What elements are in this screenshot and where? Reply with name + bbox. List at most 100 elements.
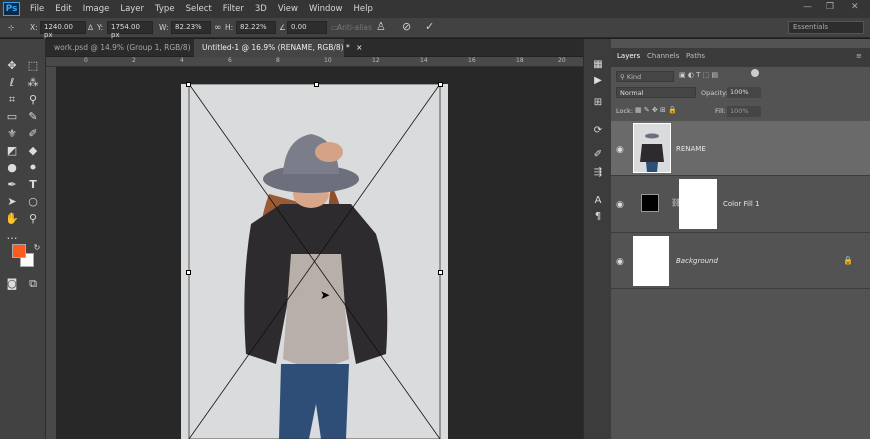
clone-stamp-icon[interactable]: ⚜ [5,127,19,141]
tab-layers[interactable]: Layers [617,52,640,60]
lock-icons[interactable]: ▦ ✎ ✥ ⊞ 🔒 [635,106,677,114]
more-tools-icon[interactable]: … [5,229,19,243]
minimize-icon[interactable]: — [803,2,812,12]
move-tool-icon[interactable]: ✥ [5,59,19,73]
layer-row-rename[interactable]: ◉ RENAME [611,121,870,176]
cancel-transform-icon[interactable]: ⊘ [402,20,411,33]
layer-filter-select[interactable]: ⚲ Kind [616,71,674,82]
menu-type[interactable]: Type [155,4,175,14]
tab-label: Untitled-1 @ 16.9% (RENAME, RGB/8) * [202,43,350,52]
menu-help[interactable]: Help [354,4,373,14]
transform-handle[interactable] [438,82,443,87]
fill-field[interactable]: 100% [727,106,761,117]
y-field[interactable]: 1754.00 px [107,21,153,39]
warp-icon[interactable]: ♙ [376,20,386,33]
swap-colors-icon[interactable]: ↻ [30,241,44,255]
opacity-field[interactable]: 100% [727,87,761,98]
menu-filter[interactable]: Filter [223,4,244,14]
zoom-tool-icon[interactable]: ⚲ [26,212,40,226]
anti-alias-label[interactable]: Anti-alias [337,23,372,32]
panel-menu-icon[interactable]: ≡ [856,52,862,60]
path-selection-icon[interactable]: ➤ [5,195,19,209]
quick-mask-icon[interactable]: ◙ [5,277,19,291]
layer-row-background[interactable]: ◉ Background 🔒 [611,233,870,289]
foreground-color-swatch[interactable] [12,244,26,258]
healing-brush-icon[interactable]: ▭ [5,110,19,124]
angle-field[interactable]: 0.00 [287,21,327,34]
menu-edit[interactable]: Edit [55,4,71,14]
workspace-select[interactable]: Essentials [788,21,864,34]
eraser-icon[interactable]: ◩ [5,144,19,158]
menu-select[interactable]: Select [186,4,212,14]
screen-mode-icon[interactable]: ⧉ [26,277,40,291]
transform-handle[interactable] [186,82,191,87]
close-window-icon[interactable]: ✕ [851,2,859,12]
menu-file[interactable]: File [30,4,44,14]
layer-name[interactable]: Background [676,257,718,265]
x-field[interactable]: 1240.00 px [40,21,86,39]
ruler-number: 18 [516,57,524,64]
history-panel-icon[interactable]: ▦ [591,59,605,73]
tab-untitled-1[interactable]: Untitled-1 @ 16.9% (RENAME, RGB/8) * × [194,39,362,57]
magic-wand-icon[interactable]: ⁂ [26,76,40,90]
hand-tool-icon[interactable]: ✋ [5,212,19,226]
layer-name[interactable]: RENAME [676,145,706,153]
actions-play-icon[interactable]: ▶ [591,75,605,89]
menu-image[interactable]: Image [83,4,110,14]
opacity-label: Opacity: [701,89,728,97]
paint-bucket-icon[interactable]: ◆ [26,144,40,158]
delta-icon[interactable]: ∆ [88,23,93,32]
crop-tool-icon[interactable]: ⌗ [5,93,19,107]
history-brush-icon[interactable]: ✐ [26,127,40,141]
ellipse-tool-icon[interactable]: ○ [26,195,40,209]
eyedropper-icon[interactable]: ⚲ [26,93,40,107]
lasso-tool-icon[interactable]: ℓ [5,76,19,90]
menu-3d[interactable]: 3D [255,4,267,14]
lock-icon[interactable]: 🔒 [843,256,853,265]
pen-tool-icon[interactable]: ✒ [5,178,19,192]
color-fill-swatch[interactable] [641,194,659,212]
layer-row-color-fill[interactable]: ◉ ⛓ Color Fill 1 [611,176,870,233]
paragraph-icon[interactable]: ¶ [591,211,605,225]
menu-view[interactable]: View [278,4,298,14]
transform-handle[interactable] [438,270,443,275]
tab-work-psd[interactable]: work.psd @ 14.9% (Group 1, RGB/8) × [46,39,203,57]
y-label: Y: [97,23,104,32]
filter-icons[interactable]: ▣ ◐ T ⬚ ▤ [679,71,718,79]
filter-toggle-icon[interactable] [751,69,759,77]
properties-icon[interactable]: ⊞ [591,97,605,111]
layer-mask-thumbnail[interactable] [679,179,717,229]
eye-icon[interactable]: ◉ [616,145,624,155]
commit-transform-icon[interactable]: ✓ [425,20,434,33]
paths-icon[interactable]: ⟳ [591,125,605,139]
w-field[interactable]: 82.23% [171,21,211,34]
transform-handle[interactable] [186,270,191,275]
transform-reference-icon[interactable]: ⊹ [8,23,14,32]
brush-tool-icon[interactable]: ✎ [26,110,40,124]
h-field[interactable]: 82.22% [236,21,276,34]
close-tab-icon[interactable]: × [356,43,362,52]
dodge-tool-icon[interactable]: ⚫ [26,161,40,175]
blur-tool-icon[interactable]: ● [5,161,19,175]
menu-layer[interactable]: Layer [120,4,144,14]
layer-name[interactable]: Color Fill 1 [723,200,760,208]
transform-handle[interactable] [314,82,319,87]
eye-icon[interactable]: ◉ [616,200,624,210]
brush-panel-icon[interactable]: ✐ [591,149,605,163]
menu-bar: Ps File Edit Image Layer Type Select Fil… [0,0,870,18]
tab-channels[interactable]: Channels [647,52,679,60]
eye-icon[interactable]: ◉ [616,257,624,267]
blend-mode-select[interactable]: Normal [616,87,696,98]
kind-label: Kind [626,73,642,81]
link-icon[interactable]: ∞ [214,23,222,33]
menu-window[interactable]: Window [309,4,343,14]
search-icon: ⚲ [620,73,625,81]
tab-paths[interactable]: Paths [686,52,705,60]
type-tool-icon[interactable]: T [26,178,40,192]
marquee-tool-icon[interactable]: ⬚ [26,59,40,73]
ruler-number: 14 [420,57,428,64]
character-icon[interactable]: A [591,195,605,209]
document-canvas[interactable] [181,84,448,439]
restore-icon[interactable]: ❐ [826,2,834,12]
adjustments-icon[interactable]: ⇶ [591,167,605,181]
